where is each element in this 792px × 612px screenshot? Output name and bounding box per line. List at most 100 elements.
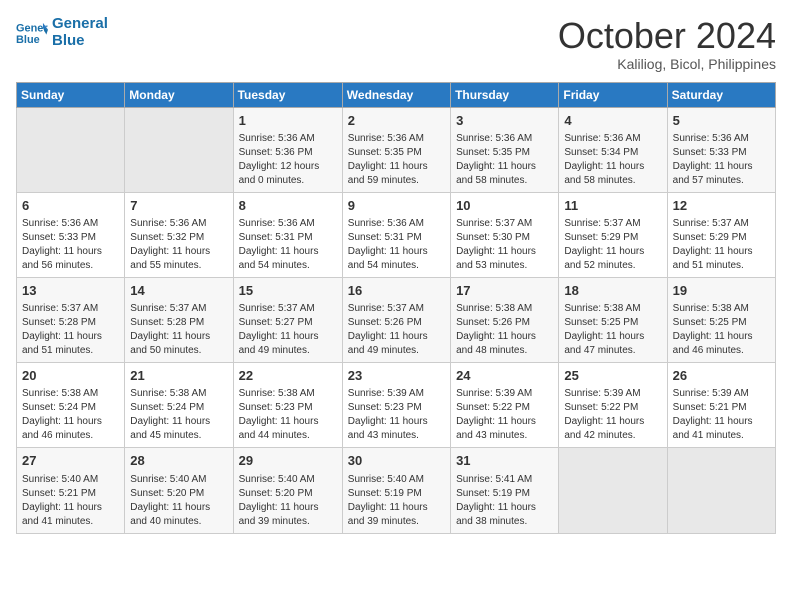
header-monday: Monday — [125, 82, 233, 107]
day-info: and 43 minutes. — [456, 429, 553, 443]
day-info: Daylight: 11 hours — [22, 245, 119, 259]
day-info: Sunrise: 5:40 AM — [348, 473, 445, 487]
calendar-cell: 17Sunrise: 5:38 AMSunset: 5:26 PMDayligh… — [451, 277, 559, 362]
day-info: Sunrise: 5:37 AM — [239, 302, 337, 316]
day-number: 7 — [130, 197, 227, 215]
day-info: Sunrise: 5:39 AM — [456, 387, 553, 401]
day-number: 14 — [130, 282, 227, 300]
page-header: General Blue General Blue October 2024 K… — [16, 16, 776, 72]
calendar-cell: 8Sunrise: 5:36 AMSunset: 5:31 PMDaylight… — [233, 192, 342, 277]
calendar-cell: 23Sunrise: 5:39 AMSunset: 5:23 PMDayligh… — [342, 363, 450, 448]
day-info: and 50 minutes. — [130, 344, 227, 358]
day-info: Sunset: 5:25 PM — [564, 316, 661, 330]
day-info: and 56 minutes. — [22, 259, 119, 273]
day-number: 29 — [239, 452, 337, 470]
calendar-cell: 21Sunrise: 5:38 AMSunset: 5:24 PMDayligh… — [125, 363, 233, 448]
header-sunday: Sunday — [17, 82, 125, 107]
header-tuesday: Tuesday — [233, 82, 342, 107]
day-info: Sunrise: 5:36 AM — [22, 217, 119, 231]
day-info: Daylight: 11 hours — [456, 330, 553, 344]
calendar-cell: 4Sunrise: 5:36 AMSunset: 5:34 PMDaylight… — [559, 107, 667, 192]
day-number: 4 — [564, 112, 661, 130]
day-number: 22 — [239, 367, 337, 385]
day-info: and 51 minutes. — [673, 259, 770, 273]
day-info: and 51 minutes. — [22, 344, 119, 358]
day-info: and 55 minutes. — [130, 259, 227, 273]
day-number: 30 — [348, 452, 445, 470]
day-number: 2 — [348, 112, 445, 130]
day-info: Daylight: 11 hours — [239, 415, 337, 429]
day-info: Sunset: 5:28 PM — [130, 316, 227, 330]
day-info: Sunrise: 5:37 AM — [348, 302, 445, 316]
day-info: Sunset: 5:27 PM — [239, 316, 337, 330]
day-info: Sunset: 5:20 PM — [130, 487, 227, 501]
day-info: and 42 minutes. — [564, 429, 661, 443]
day-info: Sunset: 5:23 PM — [348, 401, 445, 415]
day-number: 28 — [130, 452, 227, 470]
calendar-cell: 16Sunrise: 5:37 AMSunset: 5:26 PMDayligh… — [342, 277, 450, 362]
day-info: Sunrise: 5:38 AM — [130, 387, 227, 401]
header-saturday: Saturday — [667, 82, 775, 107]
day-info: Sunset: 5:36 PM — [239, 146, 337, 160]
day-info: Daylight: 11 hours — [456, 501, 553, 515]
day-number: 23 — [348, 367, 445, 385]
calendar-cell: 11Sunrise: 5:37 AMSunset: 5:29 PMDayligh… — [559, 192, 667, 277]
day-number: 15 — [239, 282, 337, 300]
day-info: and 39 minutes. — [239, 515, 337, 529]
calendar-cell: 7Sunrise: 5:36 AMSunset: 5:32 PMDaylight… — [125, 192, 233, 277]
calendar-cell — [559, 448, 667, 533]
day-info: Daylight: 11 hours — [564, 330, 661, 344]
day-info: Daylight: 11 hours — [348, 160, 445, 174]
day-info: and 52 minutes. — [564, 259, 661, 273]
day-info: Sunset: 5:30 PM — [456, 231, 553, 245]
day-info: Sunrise: 5:40 AM — [22, 473, 119, 487]
day-info: and 57 minutes. — [673, 174, 770, 188]
day-info: and 40 minutes. — [130, 515, 227, 529]
calendar-cell: 2Sunrise: 5:36 AMSunset: 5:35 PMDaylight… — [342, 107, 450, 192]
calendar-cell: 5Sunrise: 5:36 AMSunset: 5:33 PMDaylight… — [667, 107, 775, 192]
calendar-table: SundayMondayTuesdayWednesdayThursdayFrid… — [16, 82, 776, 534]
week-row-3: 13Sunrise: 5:37 AMSunset: 5:28 PMDayligh… — [17, 277, 776, 362]
calendar-cell — [17, 107, 125, 192]
day-info: and 43 minutes. — [348, 429, 445, 443]
day-number: 8 — [239, 197, 337, 215]
day-info: and 44 minutes. — [239, 429, 337, 443]
day-info: Sunrise: 5:36 AM — [348, 132, 445, 146]
day-info: Sunrise: 5:37 AM — [673, 217, 770, 231]
logo: General Blue General Blue — [16, 16, 108, 49]
location-subtitle: Kaliliog, Bicol, Philippines — [558, 56, 776, 72]
day-info: Sunset: 5:29 PM — [564, 231, 661, 245]
day-info: Daylight: 11 hours — [239, 245, 337, 259]
day-info: Daylight: 11 hours — [348, 501, 445, 515]
day-info: and 46 minutes. — [22, 429, 119, 443]
title-block: October 2024 Kaliliog, Bicol, Philippine… — [558, 16, 776, 72]
week-row-5: 27Sunrise: 5:40 AMSunset: 5:21 PMDayligh… — [17, 448, 776, 533]
day-info: Daylight: 11 hours — [564, 245, 661, 259]
day-info: Sunrise: 5:36 AM — [456, 132, 553, 146]
day-info: Sunrise: 5:38 AM — [673, 302, 770, 316]
day-info: Daylight: 11 hours — [673, 160, 770, 174]
day-info: Sunset: 5:32 PM — [130, 231, 227, 245]
day-number: 21 — [130, 367, 227, 385]
day-info: and 54 minutes. — [239, 259, 337, 273]
day-info: Daylight: 12 hours — [239, 160, 337, 174]
day-info: Daylight: 11 hours — [564, 415, 661, 429]
calendar-cell: 31Sunrise: 5:41 AMSunset: 5:19 PMDayligh… — [451, 448, 559, 533]
day-info: and 54 minutes. — [348, 259, 445, 273]
day-number: 24 — [456, 367, 553, 385]
calendar-cell — [667, 448, 775, 533]
day-info: Sunset: 5:33 PM — [22, 231, 119, 245]
day-info: Daylight: 11 hours — [239, 501, 337, 515]
day-info: Sunset: 5:26 PM — [456, 316, 553, 330]
day-info: Sunset: 5:26 PM — [348, 316, 445, 330]
day-info: Sunset: 5:31 PM — [239, 231, 337, 245]
day-info: Daylight: 11 hours — [130, 501, 227, 515]
day-info: Daylight: 11 hours — [22, 501, 119, 515]
day-info: and 41 minutes. — [673, 429, 770, 443]
calendar-cell: 12Sunrise: 5:37 AMSunset: 5:29 PMDayligh… — [667, 192, 775, 277]
day-info: Sunset: 5:24 PM — [22, 401, 119, 415]
day-info: Sunset: 5:29 PM — [673, 231, 770, 245]
day-info: Sunset: 5:28 PM — [22, 316, 119, 330]
day-info: Sunrise: 5:40 AM — [130, 473, 227, 487]
day-info: Daylight: 11 hours — [564, 160, 661, 174]
